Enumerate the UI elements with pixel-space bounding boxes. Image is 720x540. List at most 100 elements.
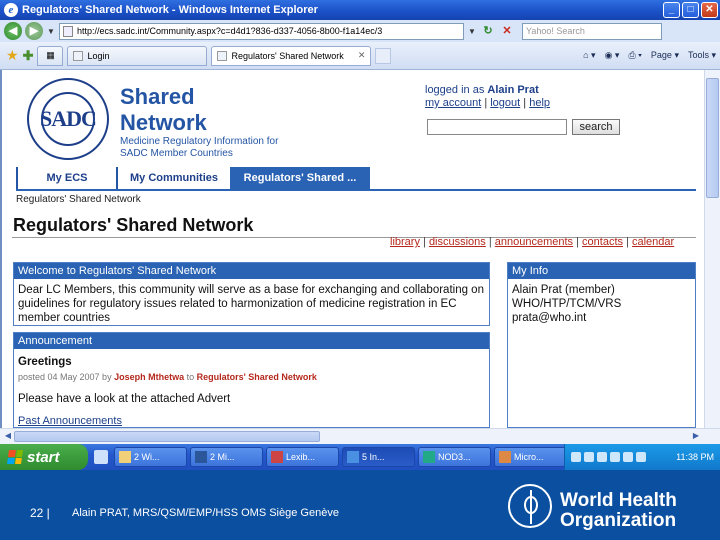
task-button[interactable]: 2 Mi... [190,447,263,467]
task-label: NOD3... [438,452,471,462]
who-line2: Organization [560,510,677,531]
horizontal-scroll-thumb[interactable] [14,431,320,442]
tray-icon[interactable] [584,452,594,462]
task-button[interactable]: 2 Wi... [114,447,187,467]
scroll-right-icon[interactable]: ▶ [690,430,702,442]
tray-icon[interactable] [597,452,607,462]
address-dropdown-icon[interactable]: ▼ [467,27,477,36]
back-button[interactable]: ◀ [4,22,22,40]
link-separator: | [523,97,527,109]
search-input[interactable]: Yahoo! Search [522,22,662,40]
windows-flag-icon [7,450,23,464]
app-icon [271,451,283,463]
quick-tabs-button[interactable]: ▦ [37,45,64,66]
posted-to-link[interactable]: Regulators' Shared Network [197,372,317,382]
tab-close-icon[interactable]: ✕ [358,50,366,61]
announcement-panel: Announcement Greetings posted 04 May 200… [13,332,490,428]
tab-regulators[interactable]: Regulators' Shared Network ✕ [211,45,372,66]
horizontal-scrollbar[interactable]: ◀ ▶ [0,428,720,444]
task-button[interactable]: Micro... [494,447,567,467]
link-separator: | [423,236,426,248]
ie-icon: e [4,3,18,17]
tab-login[interactable]: Login [67,45,208,66]
add-favorites-icon[interactable]: ✚ [23,48,34,64]
site-search-input[interactable] [427,119,567,135]
footer-caption: Alain PRAT, MRS/QSM/EMP/HSS OMS Siège Ge… [72,507,339,519]
posted-by-link[interactable]: Joseph Mthetwa [114,372,184,382]
library-link[interactable]: library [390,236,420,248]
maximize-button[interactable]: □ [682,2,699,18]
nav-my-communities[interactable]: My Communities [116,167,230,189]
site-subtitle: Medicine Regulatory Information for SADC… [120,136,279,159]
quick-tabs-icon: ▦ [46,50,55,60]
forward-button[interactable]: ▶ [25,22,43,40]
link-separator: | [626,236,629,248]
community-tools: library | discussions | announcements | … [390,236,674,248]
vertical-scrollbar[interactable] [704,70,720,428]
account-links: my account | logout | help [425,97,550,109]
task-button[interactable]: 5 In... [342,447,415,467]
announcements-link[interactable]: announcements [495,236,573,248]
who-logo-text: World Health Organization [560,491,677,531]
past-announcements-link[interactable]: Past Announcements [18,414,485,428]
tray-icon[interactable] [623,452,633,462]
logout-link[interactable]: logout [490,97,520,109]
panel-heading: Welcome to Regulators' Shared Network [14,263,489,279]
tab-favicon [217,50,228,61]
login-status: logged in as Alain Prat [425,84,539,97]
member-email: prata@who.int [512,312,587,324]
task-button[interactable]: NOD3... [418,447,491,467]
task-button[interactable]: Lexib... [266,447,339,467]
tab-favicon [73,50,84,61]
search-button[interactable]: search [572,119,620,135]
announcement-text: Please have a look at the attached Adver… [18,393,231,405]
minimize-button[interactable]: _ [663,2,680,18]
address-input[interactable]: http://ecs.sadc.int/Community.aspx?c=d4d… [59,22,464,40]
tray-icon[interactable] [636,452,646,462]
calendar-link[interactable]: calendar [632,236,674,248]
scroll-left-icon[interactable]: ◀ [2,430,14,442]
print-icon[interactable]: ⎙ ▾ [628,50,641,61]
quick-launch [94,450,108,464]
discussions-link[interactable]: discussions [429,236,486,248]
task-label: Micro... [514,452,544,462]
member-name: Alain Prat (member) [512,284,615,296]
window-titlebar[interactable]: e Regulators' Shared Network - Windows I… [0,0,720,20]
member-unit: WHO/HTP/TCM/VRS [512,298,622,310]
slide-number: 22 | [30,506,50,520]
stop-icon[interactable]: ✕ [499,23,515,39]
vertical-scroll-thumb[interactable] [706,78,719,198]
page-icon [63,25,73,37]
site-nav: My ECS My Communities Regulators' Shared… [16,167,370,189]
announcement-body: Greetings posted 04 May 2007 by Joseph M… [14,349,489,428]
help-link[interactable]: help [529,97,550,109]
start-button[interactable]: start [0,444,88,470]
refresh-icon[interactable]: ↻ [480,23,496,39]
contacts-link[interactable]: contacts [582,236,623,248]
page-viewport: SADC Shared Network Medicine Regulatory … [0,70,704,428]
link-separator: | [488,236,492,248]
logged-in-label: logged in as [425,84,485,96]
tray-icon[interactable] [610,452,620,462]
page-menu[interactable]: Page ▾ [651,50,679,61]
posted-to-label: to [186,372,195,382]
window-title: Regulators' Shared Network - Windows Int… [22,4,318,16]
quick-launch-icon[interactable] [94,450,108,464]
my-account-link[interactable]: my account [425,97,481,109]
new-tab-button[interactable] [375,47,392,64]
sadc-logo: SADC [27,78,109,160]
close-button[interactable]: ✕ [701,2,718,18]
slide-footer: 22 | Alain PRAT, MRS/QSM/EMP/HSS OMS Siè… [0,470,720,540]
link-separator: | [576,236,579,248]
history-dropdown-icon[interactable]: ▼ [46,27,56,36]
tray-icon[interactable] [571,452,581,462]
home-icon[interactable]: ⌂ ▾ [583,50,595,61]
nav-regulators-shared[interactable]: Regulators' Shared ... [230,167,370,189]
feeds-icon[interactable]: ◉ ▾ [605,50,620,61]
tools-menu[interactable]: Tools ▾ [688,50,716,61]
favorites-star-icon[interactable]: ★ [6,47,19,64]
nav-my-ecs[interactable]: My ECS [16,167,116,189]
address-url: http://ecs.sadc.int/Community.aspx?c=d4d… [77,25,383,36]
posted-date: posted 04 May 2007 by [18,372,112,382]
clock[interactable]: 11:38 PM [676,452,714,462]
